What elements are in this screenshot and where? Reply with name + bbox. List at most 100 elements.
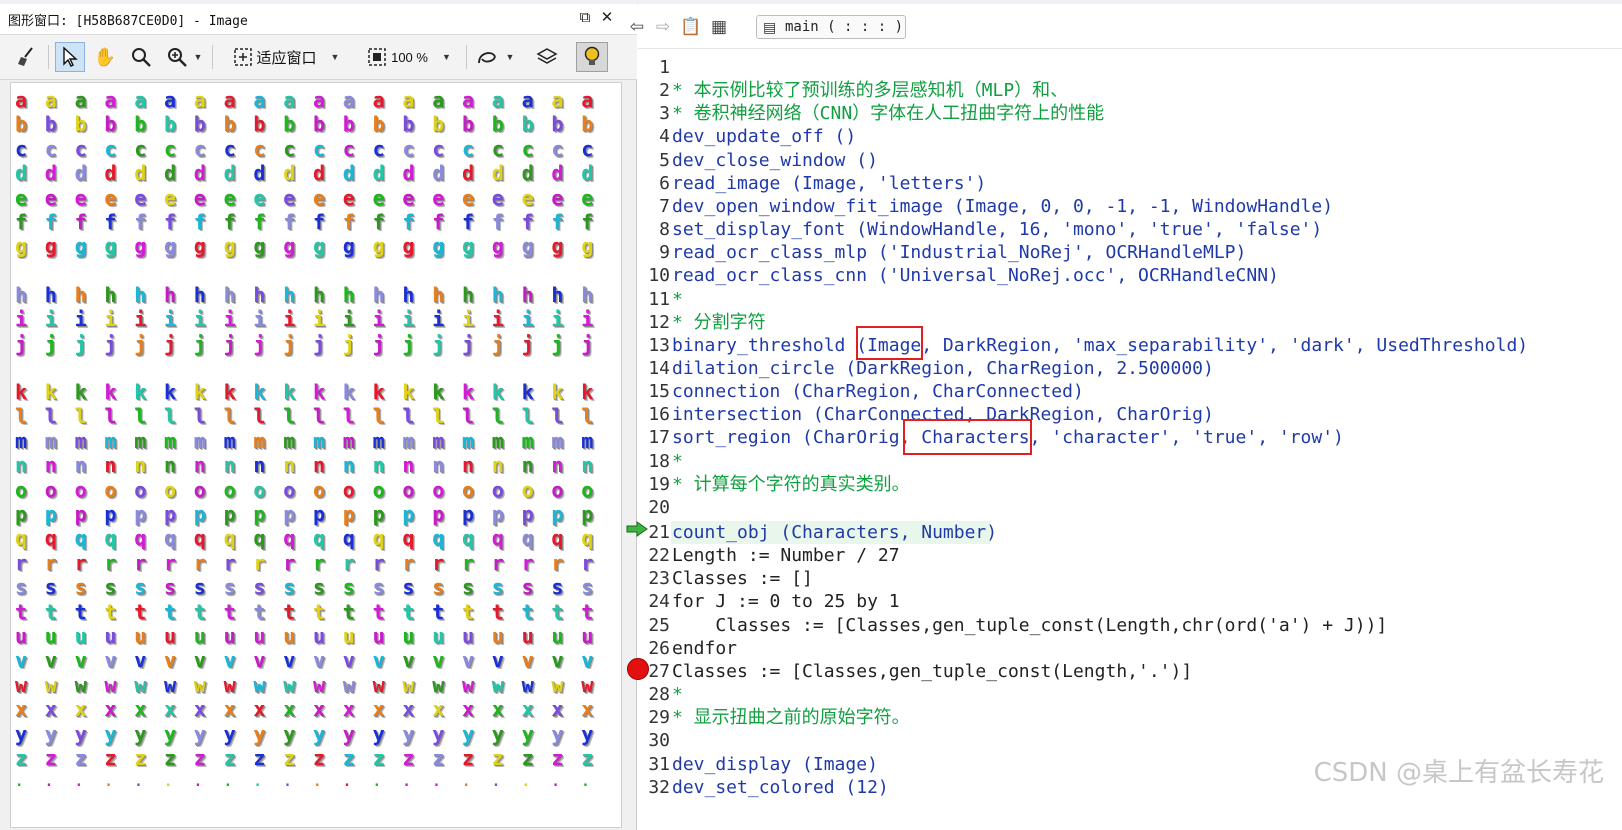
code-line[interactable]: connection (CharRegion, CharConnected) (672, 380, 1084, 403)
line-number[interactable]: 24 (630, 590, 670, 613)
line-number[interactable]: 10 (630, 264, 670, 287)
glyph-a: a (164, 88, 177, 112)
line-number[interactable]: 30 (630, 729, 670, 752)
line-number[interactable]: 32 (630, 776, 670, 799)
lightbulb-icon[interactable] (576, 42, 608, 72)
clipboard-icon[interactable]: 📋 (680, 16, 702, 38)
code-line[interactable]: for J := 0 to 25 by 1 (672, 590, 900, 613)
code-line[interactable]: * 分割字符 (672, 311, 766, 334)
code-line[interactable]: set_display_font (WindowHandle, 16, 'mon… (672, 218, 1322, 241)
code-line[interactable]: * 卷积神经网络（CNN）字体在人工扭曲字符上的性能 (672, 102, 1104, 125)
glyph-l: l (342, 404, 355, 429)
line-number[interactable]: 13 (630, 334, 670, 357)
glyph-g: g (283, 234, 296, 259)
pointer-icon[interactable] (55, 42, 85, 72)
code-line[interactable]: dev_set_colored (12) (672, 776, 889, 799)
breakpoint-icon[interactable] (627, 658, 649, 680)
line-number[interactable]: 16 (630, 403, 670, 426)
line-number[interactable]: 18 (630, 450, 670, 473)
clear-brush-icon[interactable] (12, 42, 42, 72)
close-icon[interactable]: ✕ (598, 9, 616, 27)
glyph-u: u (134, 624, 147, 648)
code-line[interactable]: * 本示例比较了预训练的多层感知机（MLP）和、 (672, 79, 1068, 102)
line-number[interactable]: 31 (630, 753, 670, 776)
layers-icon[interactable] (532, 42, 562, 72)
glyph-l: l (402, 404, 415, 429)
glyph-y: y (134, 721, 147, 746)
line-number[interactable]: 5 (630, 149, 670, 172)
code-line[interactable]: binary_threshold (Image, DarkRegion, 'ma… (672, 334, 1528, 357)
code-line[interactable]: Classes := [] (672, 567, 813, 590)
zoom-in-icon[interactable]: ▼ (160, 42, 208, 72)
line-number[interactable]: 2 (630, 79, 670, 102)
magnifier-icon[interactable] (126, 42, 156, 72)
code-line[interactable]: * (672, 288, 683, 311)
code-line[interactable]: dev_display (Image) (672, 753, 878, 776)
glyph-r: r (581, 550, 594, 575)
line-number[interactable]: 14 (630, 357, 670, 380)
fit-window-dropdown[interactable]: 适应窗口 ▼ (220, 42, 352, 72)
glyph-b: b (283, 112, 296, 137)
glyph-j: j (15, 331, 28, 356)
glyph-w: w (193, 672, 206, 697)
line-number[interactable]: 28 (630, 683, 670, 706)
draw-shape-icon[interactable]: ▼ (472, 42, 518, 72)
code-line[interactable]: Classes := [Classes,gen_tuple_const(Leng… (672, 614, 1387, 637)
code-line[interactable]: dev_open_window_fit_image (Image, 0, 0, … (672, 195, 1333, 218)
glyph-f: f (15, 210, 28, 234)
glyph-t: t (402, 599, 415, 624)
line-number[interactable]: 7 (630, 195, 670, 218)
procedure-selector[interactable]: ▤ main ( : : : ) (756, 15, 906, 39)
glyph-t: t (521, 599, 534, 624)
code-line[interactable]: * (672, 450, 683, 473)
code-line[interactable]: read_image (Image, 'letters') (672, 172, 986, 195)
line-number[interactable]: 11 (630, 288, 670, 311)
restore-icon[interactable]: ⧉ (576, 9, 594, 27)
forward-arrow-icon[interactable]: ⇨ (652, 16, 674, 38)
code-line[interactable]: read_ocr_class_cnn ('Universal_NoRej.occ… (672, 264, 1279, 287)
glyph-b: b (164, 112, 177, 137)
glyph-f: f (164, 210, 177, 234)
line-number[interactable]: 8 (630, 218, 670, 241)
line-number[interactable]: 6 (630, 172, 670, 195)
glyph-p: p (521, 502, 534, 526)
code-line[interactable]: endfor (672, 637, 737, 660)
line-number[interactable]: 9 (630, 241, 670, 264)
line-number[interactable]: 22 (630, 544, 670, 567)
code-line[interactable]: dev_close_window () (672, 149, 878, 172)
line-number[interactable]: 3 (630, 102, 670, 125)
code-line[interactable]: Length := Number / 27 (672, 544, 900, 567)
line-number[interactable]: 20 (630, 496, 670, 519)
code-line[interactable]: dilation_circle (DarkRegion, CharRegion,… (672, 357, 1214, 380)
back-arrow-icon[interactable]: ⇦ (626, 16, 648, 38)
line-number[interactable]: 29 (630, 706, 670, 729)
zoom-level-dropdown[interactable]: 100 % ▼ (356, 42, 462, 72)
line-number[interactable]: 23 (630, 567, 670, 590)
code-line[interactable]: Classes := [Classes,gen_tuple_const(Leng… (672, 660, 1192, 683)
code-line[interactable]: count_obj (Characters, Number) (672, 521, 997, 544)
line-number[interactable]: 15 (630, 380, 670, 403)
line-number[interactable]: 19 (630, 473, 670, 496)
glyph-i: i (402, 307, 415, 332)
code-line[interactable]: * (672, 683, 683, 706)
line-number[interactable]: 25 (630, 614, 670, 637)
line-number[interactable]: 12 (630, 311, 670, 334)
grid-icon[interactable]: ▦ (708, 16, 730, 38)
glyph-f: f (44, 210, 57, 234)
code-line[interactable]: read_ocr_class_mlp ('Industrial_NoRej', … (672, 241, 1246, 264)
hand-pan-icon[interactable]: ✋ (90, 42, 120, 72)
line-number[interactable]: 17 (630, 426, 670, 449)
line-number[interactable]: 26 (630, 637, 670, 660)
code-line[interactable]: * 显示扭曲之前的原始字符。 (672, 706, 910, 729)
line-number[interactable]: 4 (630, 125, 670, 148)
glyph-z: z (253, 746, 266, 770)
code-line[interactable]: * 计算每个字符的真实类别。 (672, 473, 910, 496)
image-canvas[interactable]: aaaaaaaaaaaaaaaaaaaabbbbbbbbbbbbbbbbbbbb… (10, 82, 622, 828)
line-number[interactable]: 1 (630, 56, 670, 79)
glyph-n: n (462, 453, 475, 478)
glyph-s: s (342, 575, 355, 600)
code-line[interactable]: dev_update_off () (672, 125, 856, 148)
glyph-dot: . (253, 774, 262, 791)
glyph-dot: . (283, 774, 292, 791)
glyph-k: k (74, 380, 87, 404)
